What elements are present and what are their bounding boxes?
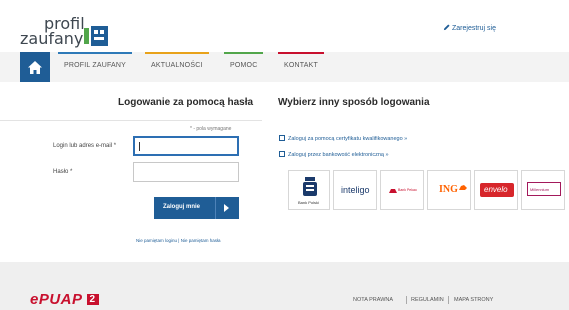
bank-login-link[interactable]: Zaloguj przez bankowość elektroniczną »	[279, 151, 389, 158]
nav-item-aktualnosci[interactable]: AKTUALNOŚCI	[145, 52, 209, 82]
bank-name-ing: ING	[439, 184, 458, 195]
bank-tile-envelo[interactable]: envelo	[474, 170, 518, 210]
bank-tile-ing[interactable]: ING	[427, 170, 471, 210]
bank-tile-millennium[interactable]: Millennium	[521, 170, 565, 210]
nav-bar-pomoc	[224, 52, 264, 54]
main-nav: PROFIL ZAUFANY AKTUALNOŚCI POMOC KONTAKT	[0, 52, 569, 82]
certificate-link-label: Zaloguj za pomocą certyfikatu kwalifikow…	[288, 136, 408, 142]
epuap-logo[interactable]: ePUAP 2	[30, 291, 99, 308]
footer-link-mapa-strony[interactable]: MAPA STRONY	[454, 297, 493, 303]
login-title: Logowanie za pomocą hasła	[118, 97, 254, 108]
nav-bar-kontakt	[278, 52, 324, 54]
login-button[interactable]: Zaloguj mnie	[154, 197, 239, 219]
login-input[interactable]	[133, 136, 239, 156]
nav-label: PROFIL ZAUFANY	[64, 62, 127, 69]
bank-tile-inteligo[interactable]: inteligo	[333, 170, 377, 210]
nav-bar-profil-zaufany	[58, 52, 133, 54]
password-label: Hasło *	[53, 169, 73, 175]
envelo-logo-badge: envelo	[480, 183, 514, 197]
nav-label: KONTAKT	[284, 62, 318, 69]
nav-item-kontakt[interactable]: KONTAKT	[278, 52, 324, 82]
millennium-logo-badge: Millennium	[527, 182, 561, 196]
bank-name-millennium: Millennium	[530, 187, 550, 192]
nav-bar-aktualnosci	[145, 52, 209, 54]
required-note: * - pola wymagane	[190, 126, 232, 132]
bank-icon	[279, 151, 285, 157]
bank-name-inteligo: inteligo	[341, 185, 370, 195]
certificate-icon	[279, 135, 285, 141]
pencil-icon	[443, 24, 450, 31]
register-label: Zarejestruj się	[452, 25, 496, 32]
bank-name-envelo: envelo	[484, 185, 508, 194]
home-icon	[28, 60, 42, 74]
epuap-brand: ePUAP	[30, 291, 83, 308]
arrow-right-icon	[224, 204, 229, 212]
footer-link-nota-prawna[interactable]: NOTA PRAWNA	[353, 297, 393, 303]
divider	[0, 120, 262, 121]
login-label: Login lub adres e-mail *	[53, 143, 117, 149]
nav-item-pomoc[interactable]: POMOC	[224, 52, 264, 82]
epuap-badge: 2	[86, 294, 99, 305]
home-button[interactable]	[20, 52, 50, 82]
pko-logo-icon	[303, 177, 317, 196]
register-link[interactable]: Zarejestruj się	[443, 24, 496, 32]
bank-name-pko: Bank Polski	[298, 200, 319, 205]
logo-mark-icon	[84, 26, 108, 46]
nav-label: AKTUALNOŚCI	[151, 62, 203, 69]
footer-link-regulamin[interactable]: REGULAMIN	[411, 297, 444, 303]
text-caret	[139, 142, 140, 151]
page: profil zaufany Zarejestruj się PROFIL ZA…	[0, 0, 569, 310]
certificate-login-link[interactable]: Zaloguj za pomocą certyfikatu kwalifikow…	[279, 135, 407, 142]
password-input[interactable]	[133, 162, 239, 182]
footer-separator	[448, 296, 449, 304]
pekao-bison-icon	[389, 189, 397, 193]
bank-tile-pekao[interactable]: Bank Pekao	[380, 170, 424, 210]
logo-text-zaufany: zaufany	[20, 29, 84, 48]
bank-link-label: Zaloguj przez bankowość elektroniczną »	[288, 152, 389, 158]
forgot-credentials-link[interactable]: Nie pamiętam loginu | Nie pamiętam hasła	[136, 238, 220, 243]
other-methods-title: Wybierz inny sposób logowania	[278, 97, 430, 108]
login-button-label: Zaloguj mnie	[163, 204, 201, 210]
footer-separator	[406, 296, 407, 304]
bank-name-pekao: Bank Pekao	[398, 188, 417, 192]
nav-item-profil-zaufany[interactable]: PROFIL ZAUFANY	[58, 52, 133, 82]
bank-tile-pko[interactable]: Bank Polski	[288, 170, 330, 210]
nav-label: POMOC	[230, 62, 258, 69]
button-separator	[215, 197, 216, 219]
ing-lion-icon	[459, 185, 467, 190]
